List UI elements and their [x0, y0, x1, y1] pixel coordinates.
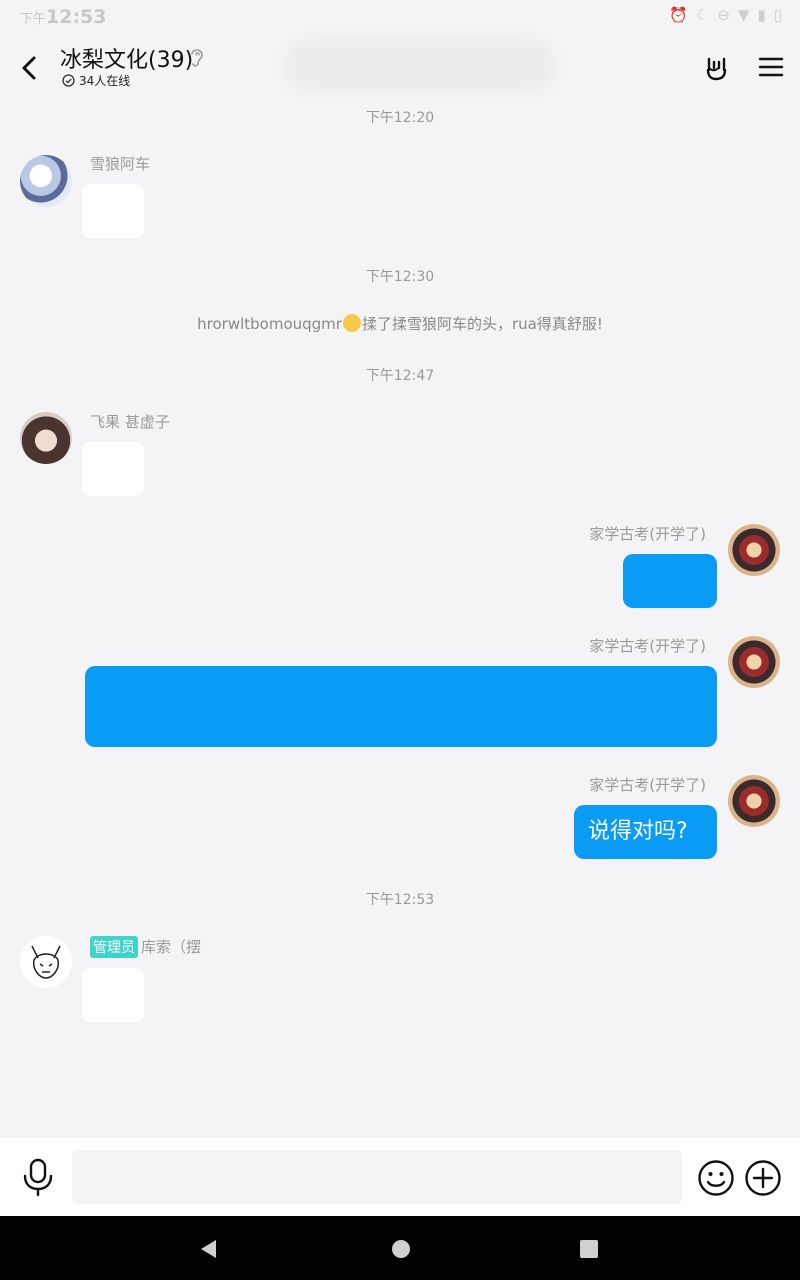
- plus-icon: [745, 1160, 781, 1196]
- dnd-icon: ⊖: [717, 6, 730, 24]
- avatar[interactable]: [20, 412, 72, 464]
- status-time-value: 12:53: [46, 6, 107, 28]
- smiley-icon: [698, 1160, 734, 1196]
- time-label: 下午12:47: [365, 368, 435, 384]
- avatar[interactable]: [20, 155, 72, 207]
- square-recent-icon: [580, 1240, 598, 1258]
- time-label: 下午12:53: [365, 892, 435, 908]
- ear-icon[interactable]: [188, 46, 206, 72]
- emoji-icon: [342, 314, 361, 332]
- message-bubble[interactable]: [82, 442, 144, 496]
- message-bubble[interactable]: [623, 554, 717, 608]
- chat-header: 冰梨文化(39) 34人在线: [0, 32, 800, 100]
- message-bubble[interactable]: [85, 666, 717, 747]
- back-button[interactable]: [12, 50, 48, 86]
- sender-name[interactable]: 雪狼阿车: [90, 153, 150, 174]
- nav-back-button[interactable]: [196, 1236, 222, 1266]
- battery-icon: ▯: [773, 6, 782, 24]
- avatar[interactable]: [728, 775, 780, 827]
- input-bar: [0, 1138, 800, 1216]
- system-message-user: hrorwltbomouqgmr: [197, 315, 342, 333]
- nav-home-button[interactable]: [390, 1238, 412, 1264]
- message-bubble[interactable]: [82, 184, 144, 238]
- time-label: 下午12:20: [365, 110, 435, 126]
- sender-name[interactable]: 家学古考(开学了): [589, 635, 706, 656]
- signal-icon: ▮: [757, 6, 766, 24]
- sender-name[interactable]: 飞果 甚虚子: [90, 411, 170, 432]
- sketch-avatar-image: [31, 945, 61, 979]
- time-label: 下午12:30: [365, 269, 435, 285]
- hand-gesture-button[interactable]: [700, 50, 734, 84]
- status-icons: ⏰ ☾ ⊖ ▼ ▮ ▯: [669, 6, 782, 24]
- wifi-icon: ▼: [737, 6, 750, 24]
- message-bubble[interactable]: [82, 968, 144, 1022]
- menu-icon: [758, 57, 784, 77]
- menu-button[interactable]: [754, 50, 788, 84]
- online-count: 34人在线: [79, 74, 131, 88]
- nav-recent-button[interactable]: [578, 1238, 600, 1264]
- hand-gesture-icon: [706, 57, 727, 81]
- system-message: hrorwltbomouqgmr 揉了揉雪狼阿车的头，rua得真舒服!: [0, 313, 800, 334]
- online-status: 34人在线: [62, 72, 130, 89]
- triangle-back-icon: [201, 1240, 216, 1258]
- voice-button[interactable]: [18, 1156, 58, 1198]
- message-input[interactable]: [72, 1150, 682, 1204]
- avatar[interactable]: [728, 636, 780, 688]
- emoji-button[interactable]: [696, 1158, 736, 1198]
- system-message-action: 揉了揉雪狼阿车的头，rua得真舒服!: [361, 315, 603, 333]
- back-arrow-icon: [22, 56, 36, 80]
- sender-name[interactable]: 家学古考(开学了): [589, 774, 706, 795]
- chat-title[interactable]: 冰梨文化(39): [60, 42, 193, 74]
- avatar[interactable]: [728, 524, 780, 576]
- message-bubble[interactable]: 说得对吗?: [574, 805, 717, 859]
- sender-name[interactable]: 家学古考(开学了): [589, 523, 706, 544]
- alarm-icon: ⏰: [669, 6, 688, 24]
- blurred-overlay: [285, 38, 555, 92]
- sender-name[interactable]: 管理员 库索（摆: [90, 936, 201, 958]
- status-time-prefix: 下午: [20, 12, 47, 27]
- avatar[interactable]: [20, 936, 72, 988]
- system-nav-bar: [0, 1216, 800, 1280]
- online-check-icon: [62, 74, 75, 87]
- moon-icon: ☾: [695, 6, 710, 24]
- circle-home-icon: [392, 1240, 410, 1258]
- more-button[interactable]: [743, 1158, 783, 1198]
- status-time: 下午12:53: [20, 6, 107, 28]
- sender-name-text[interactable]: 库索（摆: [141, 938, 201, 956]
- admin-badge: 管理员: [90, 936, 138, 958]
- microphone-icon: [23, 1158, 53, 1197]
- status-bar: 下午12:53 ⏰ ☾ ⊖ ▼ ▮ ▯: [0, 0, 800, 32]
